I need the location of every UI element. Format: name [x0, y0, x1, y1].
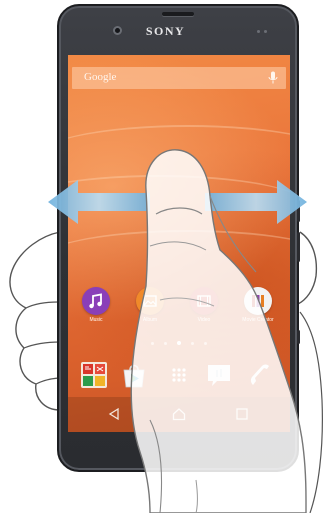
recent-apps-icon[interactable] — [234, 406, 250, 422]
app-label: Album — [142, 317, 158, 323]
app-label: Video — [197, 317, 211, 323]
app-folder-icon[interactable] — [80, 361, 108, 389]
back-icon[interactable] — [106, 406, 122, 422]
app-drawer-grid-icon[interactable] — [165, 361, 193, 389]
app-movie-creator[interactable]: Movie Creator — [237, 287, 279, 323]
page-dot[interactable] — [151, 342, 154, 345]
wallpaper-wave — [68, 230, 290, 292]
app-label: Music — [89, 317, 103, 323]
page-indicator — [68, 341, 290, 345]
app-album[interactable]: Album — [129, 287, 171, 323]
page-dot[interactable] — [204, 342, 207, 345]
album-photo-icon — [136, 287, 164, 315]
google-search-bar[interactable]: Google — [72, 67, 286, 89]
page-dot-active[interactable] — [177, 341, 181, 345]
page-dot[interactable] — [191, 342, 194, 345]
music-note-icon — [82, 287, 110, 315]
brand-logo: SONY — [145, 24, 186, 38]
home-icon[interactable] — [171, 406, 187, 422]
wallpaper-wave — [68, 175, 290, 237]
dock — [68, 357, 290, 393]
messaging-icon[interactable] — [205, 361, 233, 389]
microphone-icon[interactable] — [268, 71, 278, 85]
home-screen[interactable]: Google Music Album Video Movie Creator — [68, 55, 290, 432]
camera-button — [297, 330, 300, 344]
page-dot[interactable] — [164, 342, 167, 345]
proximity-sensor — [257, 30, 260, 33]
app-music[interactable]: Music — [75, 287, 117, 323]
play-store-bag-icon[interactable] — [120, 361, 148, 389]
power-button — [297, 200, 300, 222]
movie-creator-icon — [244, 287, 272, 315]
video-film-icon — [190, 287, 218, 315]
light-sensor — [264, 30, 267, 33]
earpiece-slot — [162, 12, 194, 16]
app-label: Movie Creator — [242, 317, 274, 323]
app-video[interactable]: Video — [183, 287, 225, 323]
volume-button — [297, 232, 300, 262]
illustration-stage: SONY Google Music Album Video Movie Crea… — [0, 0, 331, 513]
navigation-bar — [68, 397, 290, 432]
phone-handset-icon[interactable] — [246, 361, 274, 389]
search-bar-label: Google — [84, 71, 117, 83]
